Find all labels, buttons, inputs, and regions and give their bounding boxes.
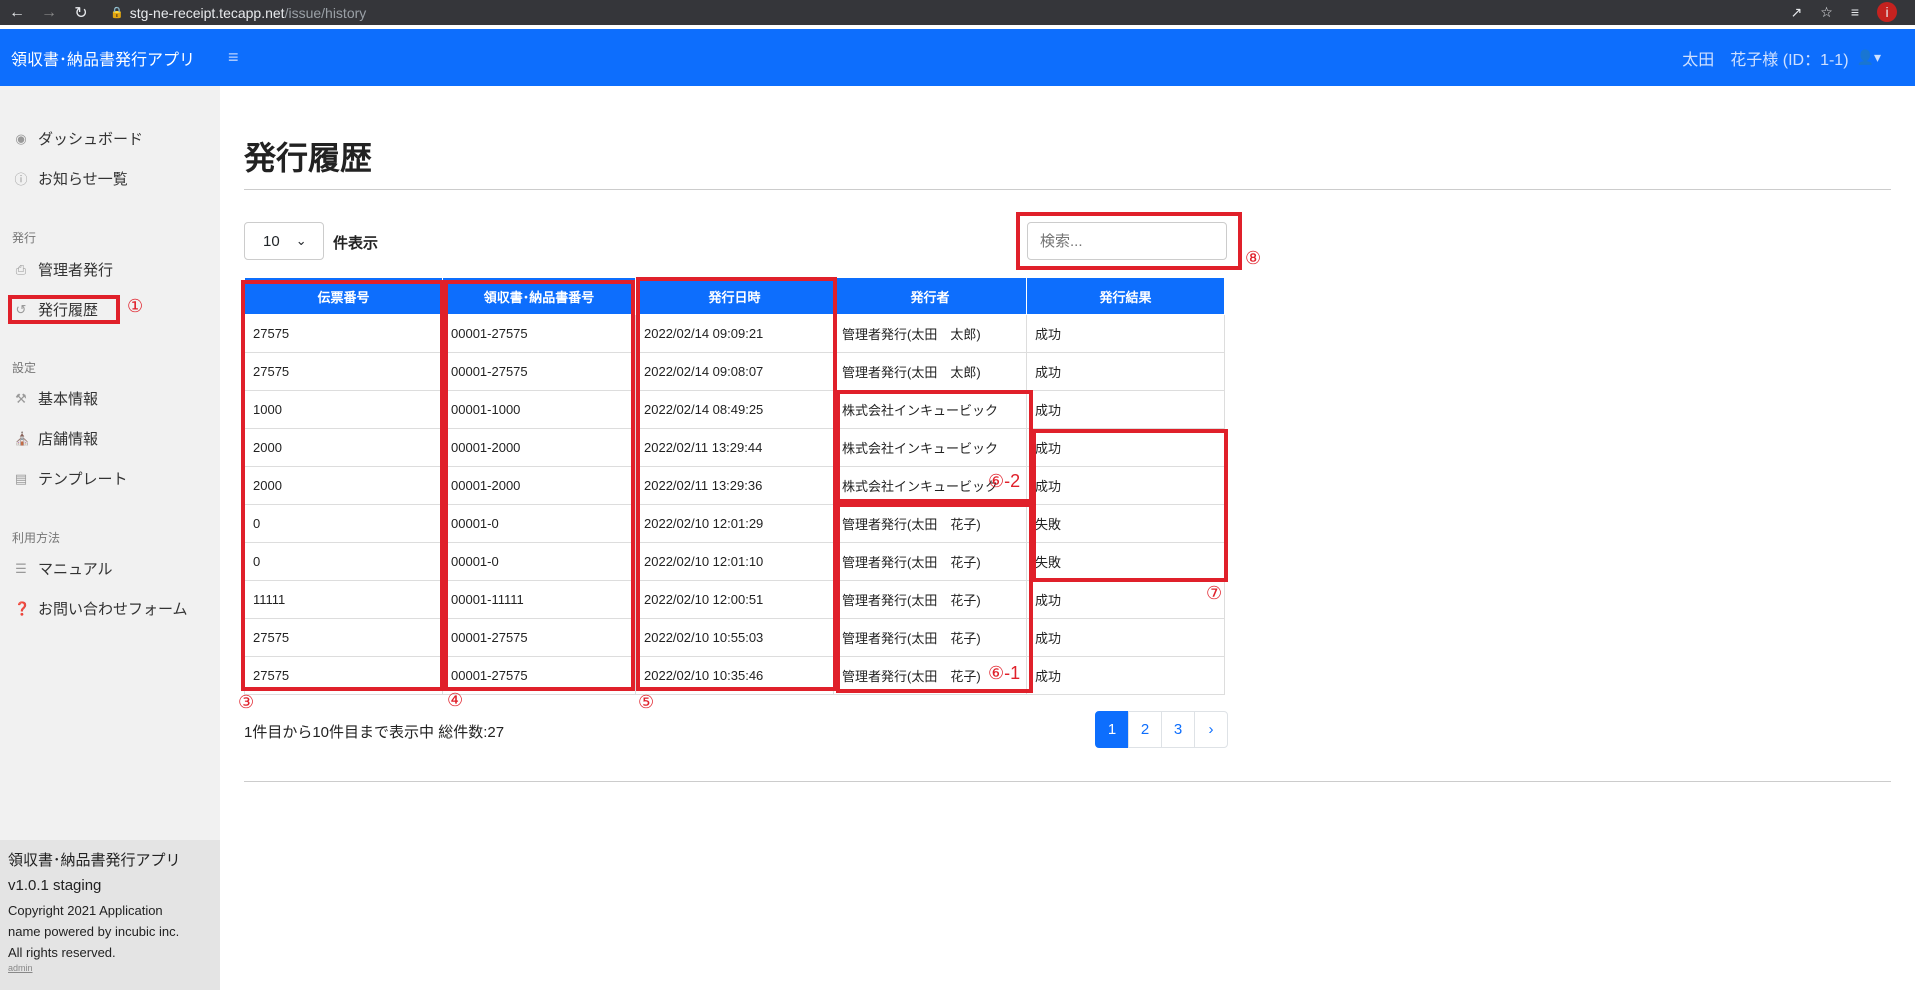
app-brand[interactable]: 領収書･納品書発行アプリ	[11, 46, 195, 70]
page-1-button[interactable]: 1	[1095, 711, 1129, 748]
sidebar-item-label: 管理者発行	[38, 262, 114, 279]
annotation-box-7	[1032, 429, 1228, 582]
page-3-button[interactable]: 3	[1161, 711, 1195, 748]
sidebar-item-label: ダッシュボード	[38, 131, 144, 148]
book-icon: ☰	[15, 560, 27, 576]
share-icon[interactable]: ↗	[1791, 4, 1803, 21]
page-length-value: 10	[263, 232, 280, 250]
user-menu[interactable]: 太田 花子様 (ID：1-1) 👤▾	[1682, 46, 1881, 70]
annotation-box-3	[241, 280, 444, 691]
table-info: 1件目から10件目まで表示中 総件数:27	[244, 724, 505, 741]
cell-result: 成功	[1026, 314, 1225, 353]
cell-result: 成功	[1026, 352, 1225, 391]
sidebar-item-admin-issue[interactable]: ⎙ 管理者発行	[14, 259, 113, 280]
sidebar-item-template[interactable]: ▤ テンプレート	[14, 468, 128, 489]
question-icon: ❓	[14, 600, 31, 616]
next-page-button[interactable]: ›	[1194, 711, 1228, 748]
sidebar-section-issue: 発行	[12, 231, 37, 245]
sidebar-item-label: 基本情報	[38, 391, 99, 408]
app-header: 領収書･納品書発行アプリ ≡ 太田 花子様 (ID：1-1) 👤▾	[0, 29, 1915, 86]
sidebar-section-settings: 設定	[12, 361, 37, 375]
url-host: stg-ne-receipt.tecapp.net	[129, 4, 285, 21]
annotation-label-1: ①	[127, 296, 144, 316]
page-length-label: 件表示	[333, 235, 379, 252]
sidebar-section-usage: 利用方法	[12, 531, 61, 545]
chevron-down-icon: ⌄	[295, 233, 307, 248]
star-icon[interactable]: ☆	[1820, 4, 1833, 21]
back-arrow-icon[interactable]: ←	[8, 4, 26, 22]
reading-list-icon[interactable]: ≡	[1851, 4, 1859, 20]
address-bar[interactable]: 🔒 stg-ne-receipt.tecapp.net/issue/histor…	[110, 3, 366, 22]
annotation-label-6-2: ⑥-2	[988, 471, 1021, 491]
sidebar-item-manual[interactable]: ☰ マニュアル	[14, 558, 113, 579]
sidebar-footer: 領収書･納品書発行アプリ v1.0.1 staging Copyright 20…	[0, 840, 220, 990]
page-2-button[interactable]: 2	[1128, 711, 1162, 748]
column-header[interactable]: 発行結果	[1026, 277, 1225, 315]
annotation-box-8	[1016, 212, 1242, 270]
cell-issuer: 管理者発行(太田 太郎)	[833, 352, 1027, 391]
wrench-icon: ⚒	[15, 390, 27, 406]
browser-toolbar: ← → ↻ 🔒 stg-ne-receipt.tecapp.net/issue/…	[0, 0, 1915, 25]
forward-arrow-icon[interactable]: →	[40, 4, 58, 22]
sidebar: ◉ ダッシュボード ⓘ お知らせ一覧 発行 ⎙ 管理者発行 ↺ 発行履歴 設定 …	[0, 86, 220, 990]
annotation-label-4: ④	[447, 690, 464, 710]
user-name: 太田 花子様 (ID：1-1)	[1682, 51, 1849, 69]
reload-icon[interactable]: ↻	[72, 3, 90, 23]
annotation-label-8: ⑧	[1245, 248, 1262, 268]
divider	[244, 781, 1891, 782]
sidebar-item-dashboard[interactable]: ◉ ダッシュボード	[14, 128, 143, 149]
annotation-label-3: ③	[238, 692, 255, 712]
document-icon: ▤	[14, 470, 28, 486]
cell-result: 成功	[1026, 656, 1225, 695]
annotation-box-5	[636, 277, 837, 691]
dashboard-icon: ◉	[15, 130, 27, 146]
cell-result: 成功	[1026, 618, 1225, 657]
sidebar-item-store-info[interactable]: ⛪ 店舗情報	[14, 428, 98, 449]
annotation-box-4	[444, 280, 635, 691]
url-path: /issue/history	[284, 4, 367, 21]
cell-result: 成功	[1026, 580, 1225, 619]
sidebar-item-contact[interactable]: ❓ お問い合わせフォーム	[14, 598, 188, 619]
user-icon: 👤▾	[1856, 49, 1881, 65]
sidebar-item-label: 店舗情報	[38, 431, 99, 448]
footer-copyright: Copyright 2021 Application	[8, 903, 163, 918]
page-title: 発行履歴	[244, 140, 373, 176]
sidebar-item-label: お知らせ一覧	[38, 171, 128, 188]
sidebar-item-basic-info[interactable]: ⚒ 基本情報	[14, 388, 98, 409]
annotation-box-1	[8, 295, 120, 324]
hamburger-menu-icon[interactable]: ≡	[228, 47, 239, 68]
annotation-label-7: ⑦	[1206, 583, 1223, 603]
sidebar-item-label: テンプレート	[38, 471, 128, 488]
annotation-label-6-1: ⑥-1	[988, 663, 1021, 683]
sidebar-item-label: マニュアル	[38, 561, 113, 578]
footer-copyright: All rights reserved.	[8, 945, 116, 960]
annotation-label-5: ⑤	[638, 692, 655, 712]
pagination: 1 2 3 ›	[1095, 711, 1228, 748]
footer-app-name: 領収書･納品書発行アプリ	[8, 852, 181, 869]
info-icon: ⓘ	[14, 172, 28, 187]
store-icon: ⛪	[14, 430, 31, 446]
footer-copyright: name powered by incubic inc.	[8, 924, 180, 939]
column-header[interactable]: 発行者	[833, 277, 1027, 315]
profile-avatar[interactable]: i	[1877, 2, 1897, 22]
cell-result: 成功	[1026, 390, 1225, 429]
footer-admin-link[interactable]: admin	[8, 963, 212, 973]
page-length-select[interactable]: 10 ⌄	[244, 222, 324, 260]
sidebar-item-notices[interactable]: ⓘ お知らせ一覧	[14, 168, 128, 189]
divider	[244, 189, 1891, 190]
lock-icon: 🔒	[110, 7, 124, 19]
cell-issuer: 管理者発行(太田 太郎)	[833, 314, 1027, 353]
sidebar-item-label: お問い合わせフォーム	[38, 601, 188, 618]
footer-version: v1.0.1 staging	[8, 877, 102, 894]
printer-icon: ⎙	[15, 261, 27, 277]
